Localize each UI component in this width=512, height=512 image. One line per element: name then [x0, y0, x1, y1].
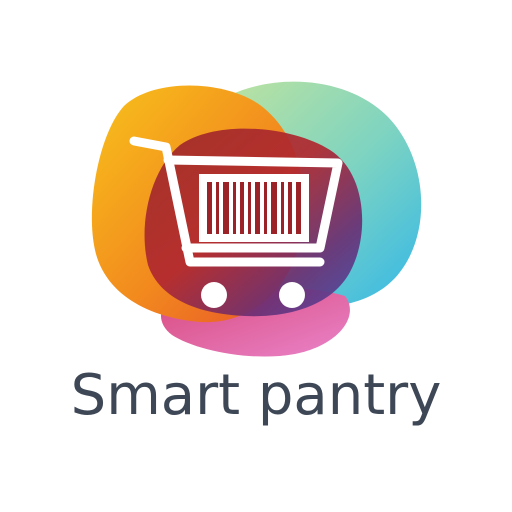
cart-wheel-right [279, 282, 305, 308]
barcode-panel [199, 174, 309, 242]
cart-wheel-left [201, 282, 227, 308]
logo-canvas: Smart pantry [0, 0, 512, 512]
brand-name: Smart pantry [70, 363, 442, 428]
